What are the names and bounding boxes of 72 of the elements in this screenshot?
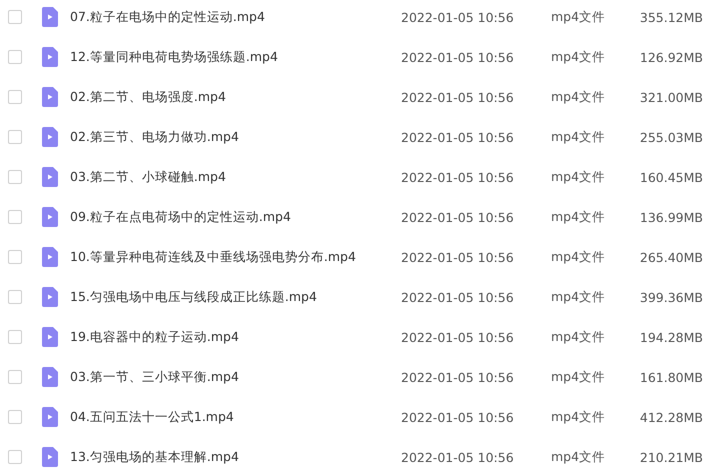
file-date: 2022-01-05 10:56 <box>401 50 515 64</box>
file-date: 2022-01-05 10:56 <box>401 330 515 344</box>
video-file-icon <box>42 7 58 27</box>
video-file-icon <box>42 167 58 187</box>
file-size: 161.80MB <box>640 370 703 384</box>
file-date: 2022-01-05 10:56 <box>401 370 515 384</box>
file-name[interactable]: 02.第二节、电场强度.mp4 <box>70 88 401 106</box>
video-file-icon <box>42 207 58 227</box>
file-size: 126.92MB <box>640 50 703 64</box>
checkbox[interactable] <box>8 170 22 184</box>
file-date: 2022-01-05 10:56 <box>401 450 515 464</box>
file-type: mp4文件 <box>551 408 606 426</box>
file-name[interactable]: 10.等量异种电荷连线及中垂线场强电势分布.mp4 <box>70 248 401 266</box>
video-file-icon <box>42 87 58 107</box>
video-file-icon <box>42 247 58 267</box>
checkbox[interactable] <box>8 330 22 344</box>
file-type: mp4文件 <box>551 328 606 346</box>
file-size: 412.28MB <box>640 410 703 424</box>
file-type: mp4文件 <box>551 288 606 306</box>
file-type: mp4文件 <box>551 128 606 146</box>
checkbox[interactable] <box>8 210 22 224</box>
video-file-icon <box>42 407 58 427</box>
file-size: 265.40MB <box>640 250 703 264</box>
file-date: 2022-01-05 10:56 <box>401 290 515 304</box>
file-type: mp4文件 <box>551 8 606 26</box>
file-date: 2022-01-05 10:56 <box>401 410 515 424</box>
video-file-icon <box>42 327 58 347</box>
checkbox[interactable] <box>8 290 22 304</box>
file-date: 2022-01-05 10:56 <box>401 250 515 264</box>
checkbox[interactable] <box>8 250 22 264</box>
video-file-icon <box>42 287 58 307</box>
file-type: mp4文件 <box>551 208 606 226</box>
file-date: 2022-01-05 10:56 <box>401 210 515 224</box>
file-name[interactable]: 03.第二节、小球碰触.mp4 <box>70 168 401 186</box>
checkbox[interactable] <box>8 50 22 64</box>
video-file-icon <box>42 47 58 67</box>
file-name[interactable]: 15.匀强电场中电压与线段成正比练题.mp4 <box>70 288 401 306</box>
video-file-icon <box>42 447 58 467</box>
file-type: mp4文件 <box>551 448 606 466</box>
file-name[interactable]: 13.匀强电场的基本理解.mp4 <box>70 448 401 466</box>
file-size: 160.45MB <box>640 170 703 184</box>
file-type: mp4文件 <box>551 248 606 266</box>
checkbox[interactable] <box>8 130 22 144</box>
file-size: 355.12MB <box>640 10 703 24</box>
file-date: 2022-01-05 10:56 <box>401 90 515 104</box>
file-name[interactable]: 12.等量同种电荷电势场强练题.mp4 <box>70 48 401 66</box>
file-date: 2022-01-05 10:56 <box>401 130 515 144</box>
checkbox[interactable] <box>8 10 22 24</box>
file-size: 194.28MB <box>640 330 703 344</box>
file-name[interactable]: 03.第一节、三小球平衡.mp4 <box>70 368 401 386</box>
video-file-icon <box>42 127 58 147</box>
file-size: 399.36MB <box>640 290 703 304</box>
checkbox[interactable] <box>8 370 22 384</box>
file-name[interactable]: 04.五问五法十一公式1.mp4 <box>70 408 401 426</box>
file-size: 255.03MB <box>640 130 703 144</box>
video-file-icon <box>42 367 58 387</box>
file-type: mp4文件 <box>551 88 606 106</box>
checkbox[interactable] <box>8 90 22 104</box>
file-type: mp4文件 <box>551 168 606 186</box>
file-name[interactable]: 02.第三节、电场力做功.mp4 <box>70 128 401 146</box>
file-name[interactable]: 07.粒子在电场中的定性运动.mp4 <box>70 8 401 26</box>
file-name[interactable]: 09.粒子在点电荷场中的定性运动.mp4 <box>70 208 401 226</box>
file-size: 210.21MB <box>640 450 703 464</box>
checkbox[interactable] <box>8 450 22 464</box>
file-type: mp4文件 <box>551 48 606 66</box>
file-name[interactable]: 19.电容器中的粒子运动.mp4 <box>70 328 401 346</box>
file-size: 136.99MB <box>640 210 703 224</box>
file-type: mp4文件 <box>551 368 606 386</box>
file-date: 2022-01-05 10:56 <box>401 170 515 184</box>
file-size: 321.00MB <box>640 90 703 104</box>
file-date: 2022-01-05 10:56 <box>401 10 515 24</box>
checkbox[interactable] <box>8 410 22 424</box>
